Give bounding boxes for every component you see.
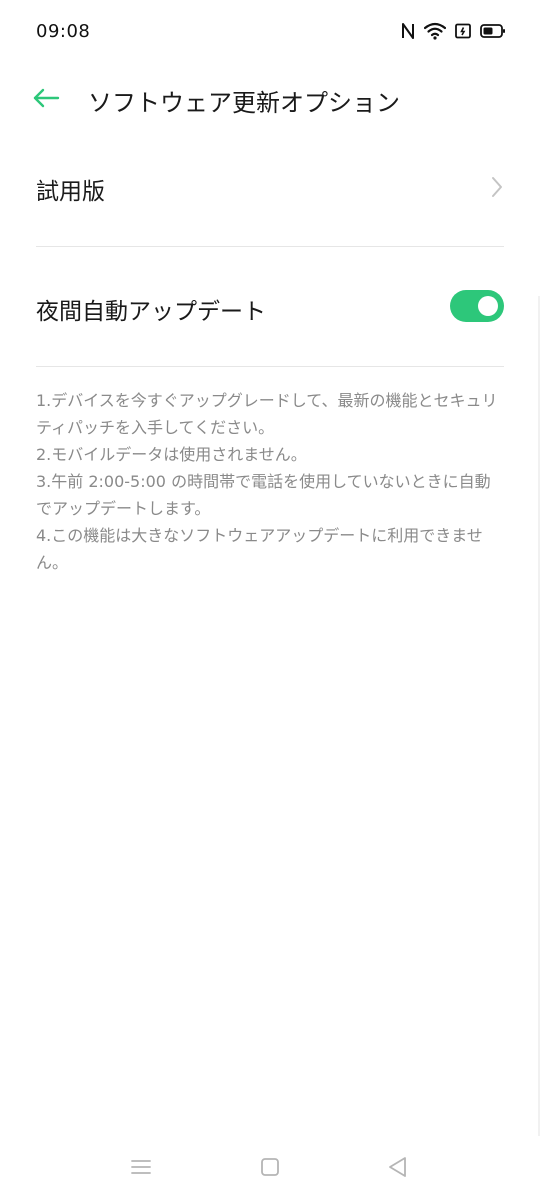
divider [36, 366, 504, 367]
night-auto-update-row: 夜間自動アップデート [36, 272, 504, 342]
wifi-icon [424, 22, 446, 40]
home-icon [260, 1157, 280, 1181]
description-text: 1.デバイスを今すぐアップグレードして、最新の機能とセキュリティパッチを入手して… [36, 387, 506, 576]
page-title: ソフトウェア更新オプション [88, 89, 400, 117]
back-icon [387, 1156, 409, 1182]
divider [36, 246, 504, 247]
beta-version-row[interactable]: 試用版 [36, 150, 504, 224]
nfc-icon [401, 22, 415, 40]
header: ソフトウェア更新オプション [0, 70, 540, 130]
status-time: 09:08 [36, 21, 91, 42]
status-icons [401, 22, 506, 40]
beta-version-label: 試用版 [36, 179, 105, 205]
nav-home-button[interactable] [255, 1154, 285, 1184]
description-line: 4.この機能は大きなソフトウェアアップデートに利用できません。 [36, 526, 483, 572]
description-line: 2.モバイルデータは使用されません。 [36, 445, 307, 464]
menu-icon [130, 1158, 152, 1180]
sim-icon [455, 23, 471, 39]
toggle-knob [478, 296, 498, 316]
chevron-right-icon [490, 176, 504, 198]
back-button[interactable] [28, 84, 64, 116]
description-line: 1.デバイスを今すぐアップグレードして、最新の機能とセキュリティパッチを入手して… [36, 391, 498, 437]
battery-icon [480, 23, 506, 39]
night-auto-update-label: 夜間自動アップデート [36, 299, 266, 325]
navigation-bar [0, 1140, 540, 1200]
nav-menu-button[interactable] [126, 1154, 156, 1184]
night-auto-update-toggle[interactable] [450, 290, 504, 322]
nav-back-button[interactable] [383, 1154, 413, 1184]
status-bar: 09:08 [0, 0, 540, 64]
description-line: 3.午前 2:00-5:00 の時間帯で電話を使用していないときに自動でアップデ… [36, 472, 491, 518]
arrow-left-icon [32, 87, 60, 113]
